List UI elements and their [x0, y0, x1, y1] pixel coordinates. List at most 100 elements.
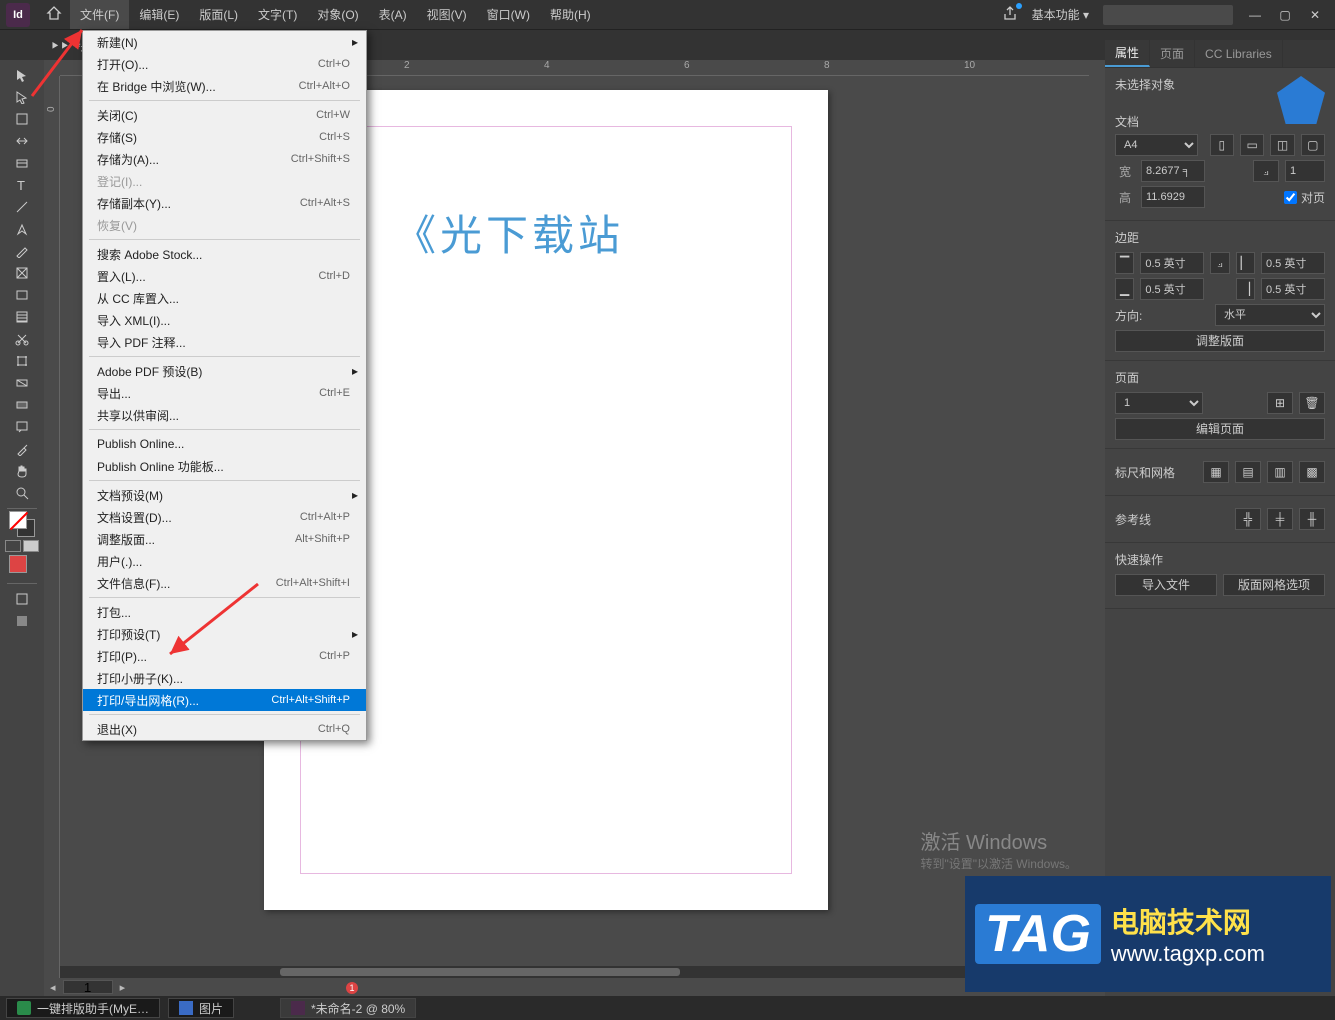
layout-grid-options-button[interactable]: 版面网格选项: [1223, 574, 1325, 596]
view-mode-preview[interactable]: [2, 610, 42, 632]
file-menu-item[interactable]: 导入 PDF 注释...: [83, 331, 366, 353]
delete-page-icon[interactable]: 🗑: [1299, 392, 1325, 414]
import-file-button[interactable]: 导入文件: [1115, 574, 1217, 596]
edit-pages-button[interactable]: 编辑页面: [1115, 418, 1325, 440]
file-menu-item[interactable]: 从 CC 库置入...: [83, 287, 366, 309]
file-menu-item[interactable]: 调整版面...Alt+Shift+P: [83, 528, 366, 550]
orientation-landscape-icon[interactable]: ▭: [1240, 134, 1264, 156]
menu-table[interactable]: 表(A): [369, 0, 417, 29]
gradient-swatch-tool[interactable]: [2, 372, 42, 394]
margin-bottom-field[interactable]: [1140, 278, 1204, 300]
zoom-tool[interactable]: [2, 482, 42, 504]
ruler-icon[interactable]: ▦: [1203, 461, 1229, 483]
link-field[interactable]: [1285, 160, 1325, 182]
file-menu-item[interactable]: 文档预设(M)▸: [83, 484, 366, 506]
type-tool[interactable]: T: [2, 174, 42, 196]
menu-edit[interactable]: 编辑(E): [129, 0, 189, 29]
workspace-switcher[interactable]: 基本功能 ▾: [1032, 6, 1089, 23]
menu-window[interactable]: 窗口(W): [477, 0, 540, 29]
file-menu-item[interactable]: 导出...Ctrl+E: [83, 382, 366, 404]
tab-cc-libraries[interactable]: CC Libraries: [1195, 40, 1283, 67]
file-menu-item[interactable]: 置入(L)...Ctrl+D: [83, 265, 366, 287]
file-menu-item[interactable]: 打开(O)...Ctrl+O: [83, 53, 366, 75]
adjust-layout-button[interactable]: 调整版面: [1115, 330, 1325, 352]
maximize-icon[interactable]: ▢: [1277, 7, 1293, 23]
grid3-icon[interactable]: ▩: [1299, 461, 1325, 483]
view-mode-normal[interactable]: [2, 588, 42, 610]
content-collector-tool[interactable]: [2, 152, 42, 174]
hand-tool[interactable]: [2, 460, 42, 482]
rectangle-frame-tool[interactable]: [2, 262, 42, 284]
fill-stroke-toggle[interactable]: [2, 513, 42, 535]
page-number-select[interactable]: 1: [1115, 392, 1203, 414]
menu-help[interactable]: 帮助(H): [540, 0, 601, 29]
margin-left-field[interactable]: [1261, 252, 1325, 274]
current-page-field[interactable]: [63, 980, 113, 994]
grid2-icon[interactable]: ▥: [1267, 461, 1293, 483]
link-icon[interactable]: ⟓: [1253, 160, 1279, 182]
facing-pages-checkbox[interactable]: 对页: [1284, 189, 1325, 206]
guide2-icon[interactable]: ╪: [1267, 508, 1293, 530]
file-menu-item[interactable]: 用户(.)...: [83, 550, 366, 572]
file-menu-item[interactable]: 存储副本(Y)...Ctrl+Alt+S: [83, 192, 366, 214]
file-menu-item[interactable]: 关闭(C)Ctrl+W: [83, 104, 366, 126]
free-transform-tool[interactable]: [2, 350, 42, 372]
taskbar-item[interactable]: 一键排版助手(MyE…: [6, 998, 160, 1018]
sample-text-frame[interactable]: 《光下载站: [394, 202, 624, 263]
facing-pages-icon[interactable]: ◫: [1270, 134, 1294, 156]
file-menu-item[interactable]: 存储(S)Ctrl+S: [83, 126, 366, 148]
menu-view[interactable]: 视图(V): [417, 0, 477, 29]
taskbar-item[interactable]: 图片: [168, 998, 234, 1018]
margin-right-field[interactable]: [1261, 278, 1325, 300]
file-menu-item[interactable]: Publish Online 功能板...: [83, 455, 366, 477]
rectangle-tool[interactable]: [2, 284, 42, 306]
file-menu-item[interactable]: 在 Bridge 中浏览(W)...Ctrl+Alt+O: [83, 75, 366, 97]
line-tool[interactable]: [2, 196, 42, 218]
width-field[interactable]: [1141, 160, 1205, 182]
file-menu-item[interactable]: 文档设置(D)...Ctrl+Alt+P: [83, 506, 366, 528]
file-menu-item[interactable]: Publish Online...: [83, 433, 366, 455]
minimize-icon[interactable]: —: [1247, 7, 1263, 23]
orientation-portrait-icon[interactable]: ▯: [1210, 134, 1234, 156]
grid1-icon[interactable]: ▤: [1235, 461, 1261, 483]
taskbar-item[interactable]: *未命名-2 @ 80%: [280, 998, 416, 1018]
menu-object[interactable]: 对象(O): [307, 0, 368, 29]
scrollbar-thumb[interactable]: [280, 968, 680, 976]
tab-pages[interactable]: 页面: [1150, 40, 1195, 67]
link-margins-icon[interactable]: ⟓: [1210, 252, 1229, 274]
file-menu-item[interactable]: 导入 XML(I)...: [83, 309, 366, 331]
page-tool[interactable]: [2, 108, 42, 130]
file-menu-item[interactable]: 搜索 Adobe Stock...: [83, 243, 366, 265]
color-mode-buttons[interactable]: [2, 535, 42, 557]
file-menu-item[interactable]: 新建(N)▸: [83, 31, 366, 53]
orientation-select[interactable]: 水平: [1215, 304, 1325, 326]
file-menu-item[interactable]: 存储为(A)...Ctrl+Shift+S: [83, 148, 366, 170]
horizontal-scrollbar[interactable]: [60, 966, 1089, 978]
grid-frame-tool[interactable]: [2, 306, 42, 328]
eyedropper-tool[interactable]: [2, 438, 42, 460]
apply-color[interactable]: [2, 557, 42, 579]
height-field[interactable]: [1141, 186, 1205, 208]
gradient-feather-tool[interactable]: [2, 394, 42, 416]
menu-layout[interactable]: 版面(L): [189, 0, 248, 29]
menu-type[interactable]: 文字(T): [248, 0, 307, 29]
tab-properties[interactable]: 属性: [1105, 40, 1150, 67]
note-tool[interactable]: [2, 416, 42, 438]
file-menu-item[interactable]: 共享以供审阅...: [83, 404, 366, 426]
page-size-select[interactable]: A4: [1115, 134, 1198, 156]
single-page-icon[interactable]: ▢: [1301, 134, 1325, 156]
pen-tool[interactable]: [2, 218, 42, 240]
file-menu-item[interactable]: 打印/导出网格(R)...Ctrl+Alt+Shift+P: [83, 689, 366, 711]
file-menu-item[interactable]: Adobe PDF 预设(B)▸: [83, 360, 366, 382]
add-page-icon[interactable]: ⊞: [1267, 392, 1293, 414]
gap-tool[interactable]: [2, 130, 42, 152]
search-input[interactable]: [1103, 5, 1233, 25]
scissors-tool[interactable]: [2, 328, 42, 350]
margin-top-field[interactable]: [1140, 252, 1204, 274]
guide1-icon[interactable]: ╬: [1235, 508, 1261, 530]
close-icon[interactable]: ✕: [1307, 7, 1323, 23]
share-icon[interactable]: [1002, 5, 1018, 24]
guide3-icon[interactable]: ╫: [1299, 508, 1325, 530]
pencil-tool[interactable]: [2, 240, 42, 262]
file-menu-item[interactable]: 退出(X)Ctrl+Q: [83, 718, 366, 740]
